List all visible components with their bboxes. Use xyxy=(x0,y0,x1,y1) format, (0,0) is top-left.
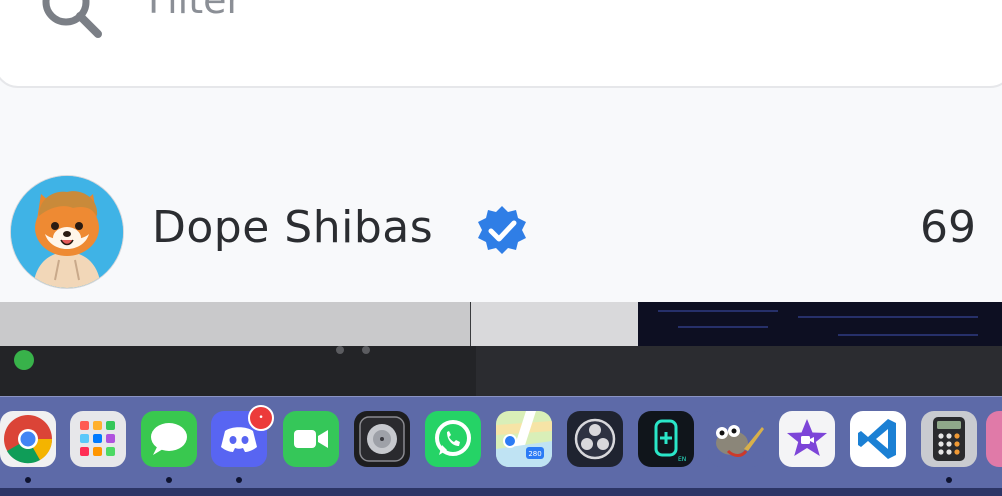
search-icon xyxy=(42,0,102,38)
running-indicator xyxy=(25,477,31,483)
collection-search-panel: Dope Shibas 69 xyxy=(0,0,1002,302)
dock: 280 EN xyxy=(0,396,1002,489)
svg-text:280: 280 xyxy=(528,450,541,458)
background-window xyxy=(0,302,470,346)
desktop-edge xyxy=(0,488,1002,496)
launchpad-icon[interactable] xyxy=(70,411,126,467)
svg-text:EN: EN xyxy=(678,456,686,463)
obs-icon[interactable] xyxy=(567,411,623,467)
background-window-pane xyxy=(471,302,639,346)
whatsapp-icon[interactable] xyxy=(425,411,481,467)
running-indicator xyxy=(236,477,242,483)
logic-pro-icon[interactable] xyxy=(354,411,410,467)
list-item[interactable]: Dope Shibas 69 xyxy=(0,170,1002,290)
status-dot xyxy=(14,350,34,370)
imovie-icon[interactable] xyxy=(779,411,835,467)
toolbar-mark xyxy=(336,346,344,354)
verified-badge-icon xyxy=(478,206,526,254)
theta-wallet-icon[interactable]: EN xyxy=(638,411,694,467)
gimp-icon[interactable] xyxy=(708,411,764,467)
item-count: 69 xyxy=(920,202,976,253)
toolbar-mark xyxy=(362,346,370,354)
avatar xyxy=(11,176,123,288)
collection-name: Dope Shibas xyxy=(152,202,434,253)
facetime-icon[interactable] xyxy=(283,411,339,467)
calculator-icon[interactable] xyxy=(921,411,977,467)
vscode-icon[interactable] xyxy=(850,411,906,467)
app-icon[interactable] xyxy=(986,411,1002,467)
running-indicator xyxy=(166,477,172,483)
running-indicator xyxy=(946,477,952,483)
notification-badge: • xyxy=(248,405,274,431)
background-toolbar xyxy=(0,346,476,396)
chrome-icon[interactable] xyxy=(0,411,56,467)
background-toolbar-right xyxy=(476,346,1002,396)
background-dark-window xyxy=(638,302,1002,346)
filter-input[interactable] xyxy=(148,0,848,30)
messages-icon[interactable] xyxy=(141,411,197,467)
maps-icon[interactable]: 280 xyxy=(496,411,552,467)
